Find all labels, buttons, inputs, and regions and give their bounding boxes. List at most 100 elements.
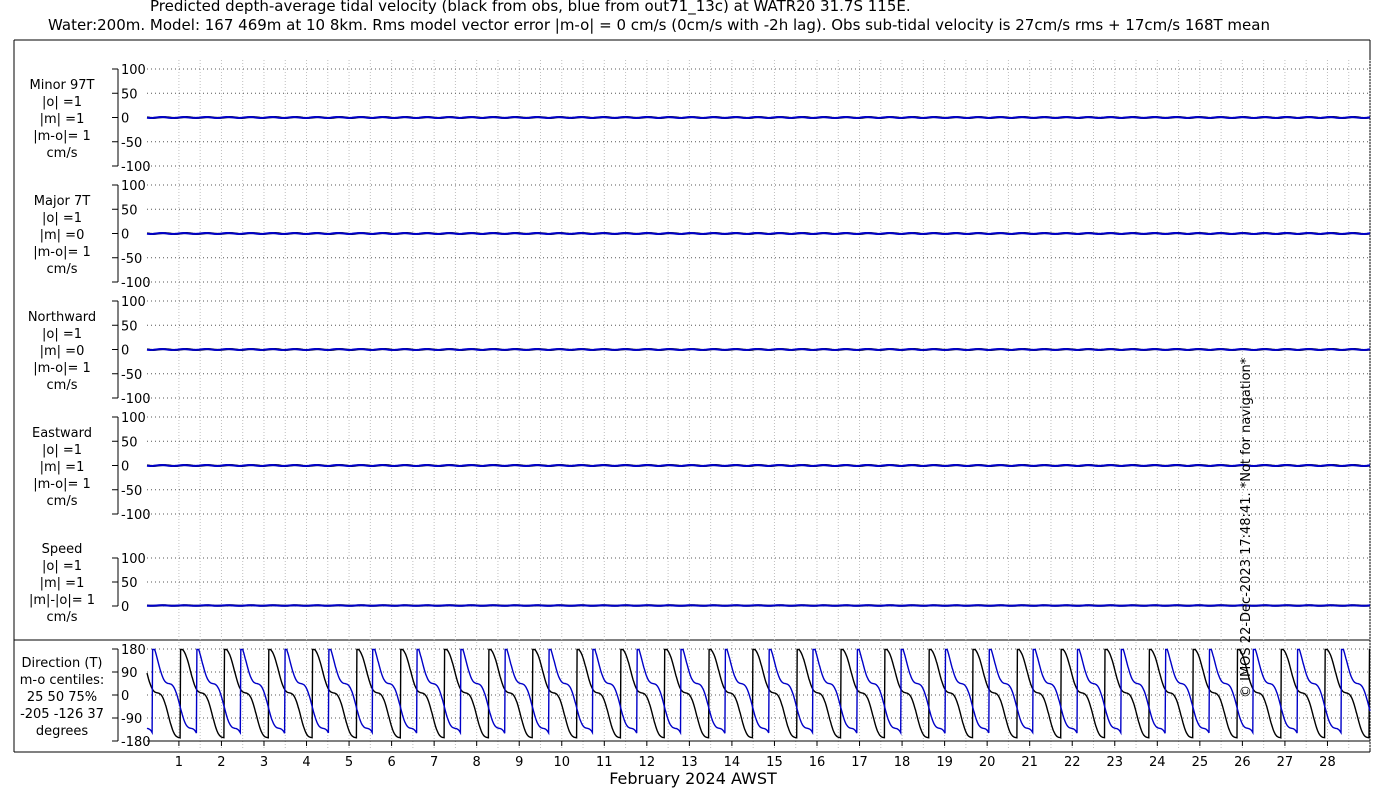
y-tick-label: -100 xyxy=(121,160,151,175)
y-tick-label: 100 xyxy=(121,179,146,194)
y-tick-label: -90 xyxy=(121,712,142,727)
panel-label: -205 -126 37 xyxy=(20,707,104,722)
y-tick-label: -50 xyxy=(121,136,142,151)
panel-label: |m| =1 xyxy=(40,460,85,475)
y-tick-label: 180 xyxy=(121,643,146,658)
x-tick-label: 19 xyxy=(936,755,953,770)
x-tick-label: 10 xyxy=(553,755,570,770)
panel-direction: 180 90 0 -90 -180 Direction (T) m-o centiles: 2… xyxy=(20,643,1371,750)
panel-eastward: 100 50 0 -50 -100 Eastward |o| =1 |m| =1 |m-o|= … xyxy=(32,411,1371,523)
panel-speed: 100 50 0 Speed |o| =1 |m| =1 |m|-|o|= 1 cm/s xyxy=(29,542,1371,625)
y-tick-label: 90 xyxy=(121,666,138,681)
x-tick-label: 15 xyxy=(766,755,783,770)
panel-label: |o| =1 xyxy=(42,559,82,574)
y-tick-label: 50 xyxy=(121,87,138,102)
x-axis-label: February 2024 AWST xyxy=(609,769,777,788)
x-tick-label: 6 xyxy=(387,755,395,770)
panel-label: |m|-|o|= 1 xyxy=(29,593,95,608)
x-tick-label: 16 xyxy=(809,755,826,770)
panel-label: |m| =1 xyxy=(40,576,85,591)
x-tick-label: 8 xyxy=(473,755,481,770)
panel-label: Direction (T) xyxy=(22,656,103,671)
panel-label: cm/s xyxy=(47,146,78,161)
y-tick-label: 0 xyxy=(121,600,129,615)
y-tick-label: -50 xyxy=(121,484,142,499)
x-tick-label: 13 xyxy=(681,755,698,770)
y-tick-label: 100 xyxy=(121,295,146,310)
panel-label: |m-o|= 1 xyxy=(33,477,91,492)
panel-label: |o| =1 xyxy=(42,95,82,110)
y-tick-label: -100 xyxy=(121,392,151,407)
x-tick-label: 11 xyxy=(596,755,613,770)
y-tick-label: 0 xyxy=(121,460,129,475)
x-tick-label: 9 xyxy=(515,755,523,770)
panel-label: |m-o|= 1 xyxy=(33,361,91,376)
y-tick-label: 100 xyxy=(121,552,146,567)
x-tick-label: 2 xyxy=(217,755,225,770)
panel-label: cm/s xyxy=(47,494,78,509)
y-tick-label: 50 xyxy=(121,319,138,334)
y-tick-label: 100 xyxy=(121,63,146,78)
model-series-line xyxy=(146,347,1371,352)
panel-label: Minor 97T xyxy=(30,78,95,93)
panel-label: |m-o|= 1 xyxy=(33,129,91,144)
x-tick-label: 12 xyxy=(639,755,656,770)
model-series-line xyxy=(146,231,1371,236)
panel-label: Eastward xyxy=(32,426,92,441)
panel-minor: 100 50 0 -50 -100 Minor 97T |o| =1 |m| =1 |m-o|=… xyxy=(30,63,1371,175)
y-tick-label: -50 xyxy=(121,368,142,383)
x-tick-label: 20 xyxy=(979,755,996,770)
x-tick-label: 22 xyxy=(1064,755,1081,770)
panel-label: cm/s xyxy=(47,610,78,625)
panel-label: |m| =1 xyxy=(40,112,85,127)
x-tick-label: 27 xyxy=(1277,755,1294,770)
panel-label: Northward xyxy=(28,310,96,325)
x-tick-label: 23 xyxy=(1106,755,1123,770)
y-tick-label: 50 xyxy=(121,435,138,450)
x-tick-label: 5 xyxy=(345,755,353,770)
panel-label: degrees xyxy=(36,724,89,739)
y-tick-label: 0 xyxy=(121,689,129,704)
x-tick-label: 4 xyxy=(302,755,310,770)
panel-major: 100 50 0 -50 -100 Major 7T |o| =1 |m| =0 |m-o|= … xyxy=(33,179,1371,291)
panel-label: |m-o|= 1 xyxy=(33,245,91,260)
x-tick-label: 18 xyxy=(894,755,911,770)
model-series-line xyxy=(146,115,1371,120)
x-tick-label: 7 xyxy=(430,755,438,770)
x-tick-label: 24 xyxy=(1149,755,1166,770)
panel-label: |m| =0 xyxy=(40,228,85,243)
chart-figure: 100500-50-100Minor 97T|o| =1|m| =1|m-o|=… xyxy=(13,39,1371,788)
panel-label: Speed xyxy=(42,542,83,557)
y-tick-label: -100 xyxy=(121,276,151,291)
x-tick-label: 17 xyxy=(851,755,868,770)
panel-label: cm/s xyxy=(47,262,78,277)
y-tick-label: -180 xyxy=(121,735,151,750)
model-series-line xyxy=(146,604,1371,607)
y-tick-label: -100 xyxy=(121,508,151,523)
panel-label: |o| =1 xyxy=(42,443,82,458)
y-tick-label: -50 xyxy=(121,252,142,267)
y-tick-label: 50 xyxy=(121,203,138,218)
panel-label: m-o centiles: xyxy=(20,673,105,688)
panel-label: |o| =1 xyxy=(42,211,82,226)
panel-label: |m| =0 xyxy=(40,344,85,359)
y-tick-label: 0 xyxy=(121,228,129,243)
y-tick-label: 0 xyxy=(121,344,129,359)
x-tick-label: 1 xyxy=(175,755,183,770)
x-tick-label: 26 xyxy=(1234,755,1251,770)
panel-label: Major 7T xyxy=(34,194,90,209)
x-tick-label: 25 xyxy=(1192,755,1209,770)
x-tick-label: 21 xyxy=(1021,755,1038,770)
y-tick-label: 100 xyxy=(121,411,146,426)
y-tick-label: 50 xyxy=(121,576,138,591)
panel-label: 25 50 75% xyxy=(27,690,97,705)
x-tick-label: 28 xyxy=(1319,755,1336,770)
panel-label: |o| =1 xyxy=(42,327,82,342)
copyright-text: © IMOS 22-Dec-2023 17:48:41. *Not for na… xyxy=(1239,357,1254,698)
panel-label: cm/s xyxy=(47,378,78,393)
panel-northward: 100 50 0 -50 -100 Northward |o| =1 |m| =0 |m-o|=… xyxy=(28,295,1371,407)
x-tick-label: 3 xyxy=(260,755,268,770)
model-series-line xyxy=(146,463,1371,468)
y-tick-label: 0 xyxy=(121,112,129,127)
x-tick-label: 14 xyxy=(724,755,741,770)
